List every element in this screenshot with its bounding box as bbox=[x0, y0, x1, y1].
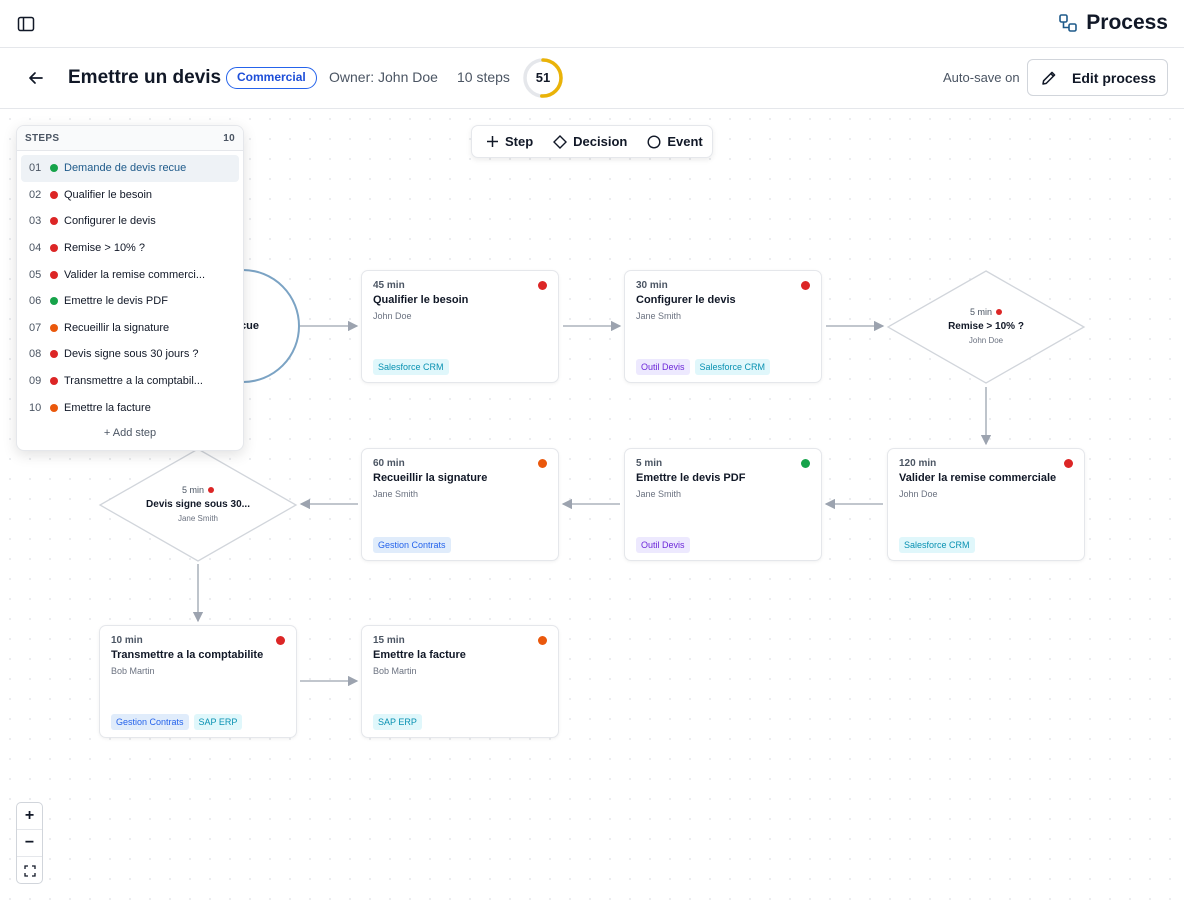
node-signature[interactable]: 60 min Recueillir la signature Jane Smit… bbox=[361, 448, 559, 561]
step-label: Valider la remise commerci... bbox=[64, 268, 205, 281]
add-decision-tool[interactable]: Decision bbox=[553, 134, 627, 149]
status-dot bbox=[1064, 459, 1073, 468]
step-list-item[interactable]: 07 Recueillir la signature bbox=[21, 315, 239, 342]
tag: Outil Devis bbox=[636, 359, 690, 375]
step-number: 09 bbox=[29, 375, 42, 388]
add-step-tool[interactable]: Step bbox=[486, 134, 533, 149]
add-event-tool[interactable]: Event bbox=[647, 134, 703, 149]
status-dot bbox=[50, 377, 58, 386]
step-list-item[interactable]: 06 Emettre le devis PDF bbox=[21, 288, 239, 315]
tag: SAP ERP bbox=[193, 714, 243, 730]
step-number: 10 bbox=[29, 401, 42, 414]
step-list-item[interactable]: 10 Emettre la facture bbox=[21, 394, 239, 421]
step-number: 05 bbox=[29, 268, 42, 281]
step-label: Qualifier le besoin bbox=[64, 188, 153, 201]
tag: SAP ERP bbox=[373, 714, 422, 730]
decision-signe-content: 5 min Devis signe sous 30... Jane Smith bbox=[146, 485, 250, 523]
status-dot bbox=[538, 281, 547, 290]
tag: Salesforce CRM bbox=[694, 359, 771, 375]
step-number: 01 bbox=[29, 162, 42, 175]
step-list-item[interactable]: 09 Transmettre a la comptabil... bbox=[21, 368, 239, 395]
step-list-item[interactable]: 08 Devis signe sous 30 jours ? bbox=[21, 341, 239, 368]
step-list-item[interactable]: 01 Demande de devis recue bbox=[21, 155, 239, 182]
step-label: Emettre le devis PDF bbox=[64, 295, 168, 308]
step-list-item[interactable]: 02 Qualifier le besoin bbox=[21, 182, 239, 209]
steps-panel: STEPS 10 01 Demande de devis recue 02 Quali… bbox=[16, 125, 244, 451]
node-pdf[interactable]: 5 min Emettre le devis PDF Jane Smith Ou… bbox=[624, 448, 822, 561]
step-label: Emettre la facture bbox=[64, 401, 151, 414]
status-dot bbox=[208, 487, 214, 493]
status-dot bbox=[996, 309, 1002, 315]
tag: Gestion Contrats bbox=[373, 537, 451, 553]
fit-view-icon bbox=[23, 864, 36, 877]
node-facture[interactable]: 15 min Emettre la facture Bob Martin SAP… bbox=[361, 625, 559, 738]
diamond-icon bbox=[553, 134, 568, 149]
step-label: Demande de devis recue bbox=[64, 162, 187, 175]
steps-panel-header: STEPS 10 bbox=[17, 126, 243, 151]
status-dot bbox=[50, 403, 58, 412]
step-number: 02 bbox=[29, 188, 42, 201]
node-valider[interactable]: 120 min Valider la remise commerciale Jo… bbox=[887, 448, 1085, 561]
status-dot bbox=[50, 217, 58, 226]
step-label: Devis signe sous 30 jours ? bbox=[64, 348, 199, 361]
node-toolbar: Step Decision Event bbox=[471, 125, 713, 158]
tag: Outil Devis bbox=[636, 537, 690, 553]
status-dot bbox=[801, 459, 810, 468]
status-dot bbox=[50, 244, 58, 253]
zoom-out-button[interactable]: − bbox=[17, 830, 42, 857]
step-number: 07 bbox=[29, 321, 42, 334]
step-list-item[interactable]: 03 Configurer le devis bbox=[21, 208, 239, 235]
step-label: Recueillir la signature bbox=[64, 321, 170, 334]
decision-remise-content: 5 min Remise > 10% ? John Doe bbox=[948, 307, 1024, 345]
circle-icon bbox=[647, 134, 661, 149]
step-label: Configurer le devis bbox=[64, 215, 156, 228]
status-dot bbox=[538, 459, 547, 468]
status-dot bbox=[50, 323, 58, 332]
step-label: Remise > 10% ? bbox=[64, 242, 146, 255]
node-compta[interactable]: 10 min Transmettre a la comptabilite Bob… bbox=[99, 625, 297, 738]
status-dot bbox=[276, 636, 285, 645]
status-dot bbox=[50, 350, 58, 359]
node-qualifier[interactable]: 45 min Qualifier le besoin John Doe Sale… bbox=[361, 270, 559, 383]
status-dot bbox=[538, 636, 547, 645]
status-dot bbox=[50, 164, 58, 173]
status-dot bbox=[801, 281, 810, 290]
status-dot bbox=[50, 270, 58, 279]
step-list-item[interactable]: 04 Remise > 10% ? bbox=[21, 235, 239, 262]
plus-icon bbox=[487, 136, 498, 147]
tag: Salesforce CRM bbox=[899, 537, 975, 553]
step-number: 04 bbox=[29, 242, 42, 255]
status-dot bbox=[50, 190, 58, 199]
step-label: Transmettre a la comptabil... bbox=[64, 375, 203, 388]
step-number: 03 bbox=[29, 215, 42, 228]
zoom-in-button[interactable]: + bbox=[17, 803, 42, 830]
fit-view-button[interactable] bbox=[17, 857, 42, 884]
step-list-item[interactable]: 05 Valider la remise commerci... bbox=[21, 261, 239, 288]
tag: Salesforce CRM bbox=[373, 359, 449, 375]
tag: Gestion Contrats bbox=[111, 714, 189, 730]
plus-icon: + bbox=[103, 426, 111, 439]
add-step-link[interactable]: + Add step bbox=[17, 427, 243, 439]
step-number: 06 bbox=[29, 295, 42, 308]
node-configurer[interactable]: 30 min Configurer le devis Jane Smith Ou… bbox=[624, 270, 822, 383]
step-number: 08 bbox=[29, 348, 42, 361]
steps-list: 01 Demande de devis recue 02 Qualifier le b… bbox=[17, 151, 243, 421]
status-dot bbox=[50, 297, 58, 306]
zoom-controls: + − bbox=[16, 802, 43, 884]
